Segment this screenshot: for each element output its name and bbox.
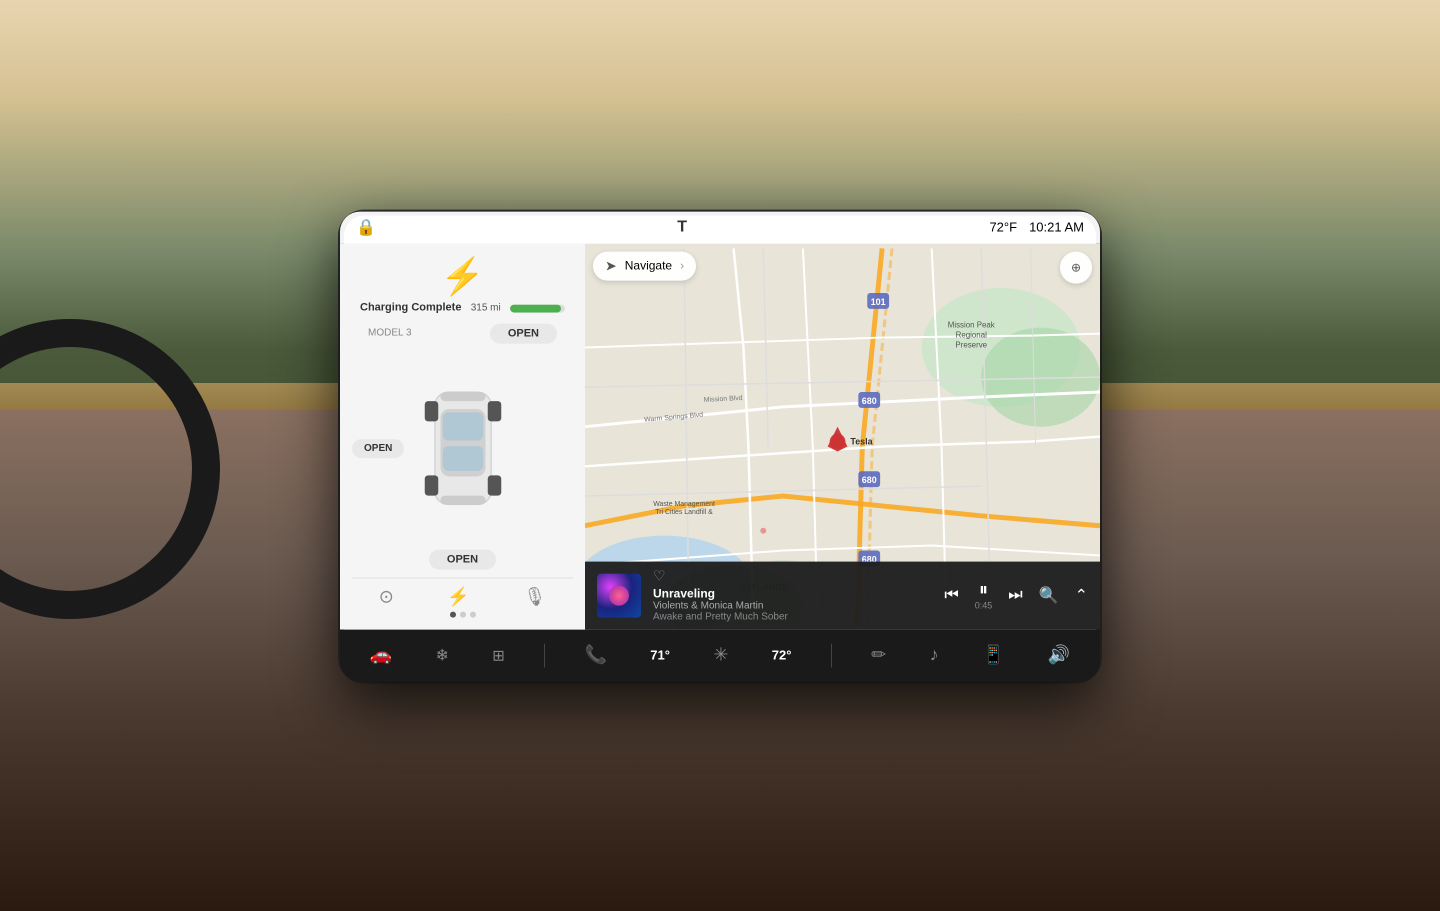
left-panel-icons: ⊙ ⚡ 🎙 xyxy=(352,577,573,607)
toolbar-mirror[interactable]: 📱 xyxy=(978,645,1008,666)
pen-icon: ✏ xyxy=(871,645,886,666)
next-track-button[interactable]: ⏭ xyxy=(1008,586,1022,604)
music-controls: ⏮ ⏸ 0:45 ⏭ 🔍 ⌃ xyxy=(944,580,1088,611)
svg-text:680: 680 xyxy=(862,475,877,485)
phone-icon: 📞 xyxy=(585,645,607,666)
charging-icon[interactable]: ⚡ xyxy=(447,586,469,607)
dot-2 xyxy=(460,611,466,617)
passenger-temp-display: 72° xyxy=(772,648,792,663)
toolbar-climate[interactable]: ❄ xyxy=(431,645,452,665)
fan-icon: ✳ xyxy=(713,645,728,666)
page-dots xyxy=(352,611,573,617)
navigate-label: Navigate xyxy=(625,259,672,273)
charging-row: Charging Complete 315 mi xyxy=(352,301,573,315)
toolbar-pen[interactable]: ✏ xyxy=(867,645,890,666)
tesla-logo: T xyxy=(677,218,688,236)
like-icon[interactable]: ♡ xyxy=(653,568,788,585)
search-music-button[interactable]: 🔍 xyxy=(1039,585,1059,605)
svg-text:Tesla: Tesla xyxy=(850,436,873,446)
map-panel: 101 680 680 680 Tesla xyxy=(585,243,1096,629)
toolbar-phone[interactable]: 📞 xyxy=(581,645,611,666)
time-display: 10:21 AM xyxy=(1029,220,1084,235)
compass-icon: ⊕ xyxy=(1071,260,1081,274)
svg-text:Preserve: Preserve xyxy=(955,340,987,349)
charging-section: ⚡ Charging Complete 315 mi xyxy=(352,255,573,315)
microphone-icon[interactable]: 🎙 xyxy=(523,586,546,607)
song-album: Awake and Pretty Much Sober xyxy=(653,612,788,623)
toolbar-music[interactable]: ♪ xyxy=(926,645,943,666)
toolbar-car[interactable]: 🚗 xyxy=(366,645,396,666)
toolbar-grid[interactable]: ⊞ xyxy=(488,646,509,664)
toolbar-driver-temp[interactable]: 71° xyxy=(646,648,674,663)
battery-miles: 315 mi xyxy=(471,303,501,314)
open-door-button[interactable]: OPEN xyxy=(352,439,404,458)
navigate-chevron-icon: › xyxy=(680,259,684,273)
dot-3 xyxy=(470,611,476,617)
temperature-display: 72°F xyxy=(989,220,1017,235)
svg-text:101: 101 xyxy=(871,296,886,306)
toolbar-passenger-temp[interactable]: 72° xyxy=(768,648,796,663)
battery-fill xyxy=(510,304,561,312)
car-icon: 🚗 xyxy=(370,645,392,666)
play-pause-section: ⏸ 0:45 xyxy=(975,580,993,611)
battery-bar xyxy=(510,304,565,312)
svg-text:680: 680 xyxy=(862,395,877,405)
left-vehicle-panel: ⚡ Charging Complete 315 mi MODEL 3 OPEN xyxy=(344,243,585,629)
phone-mirror-icon: 📱 xyxy=(982,645,1004,666)
lock-icon: 🔒 xyxy=(356,217,376,237)
song-artist: Violents & Monica Martin xyxy=(653,601,788,612)
dashboard-background: 🔒 T 72°F 10:21 AM ⚡ xyxy=(0,0,1440,911)
model-header: MODEL 3 OPEN xyxy=(352,323,573,347)
driver-temp-display: 71° xyxy=(650,648,670,663)
status-bar-center: T xyxy=(677,218,688,236)
toolbar-volume[interactable]: 🔊 xyxy=(1044,645,1074,666)
touchscreen: 🔒 T 72°F 10:21 AM ⚡ xyxy=(344,215,1096,677)
touchscreen-container: 🔒 T 72°F 10:21 AM ⚡ xyxy=(340,211,1100,681)
music-player: ♡ Unraveling Violents & Monica Martin Aw… xyxy=(585,561,1096,629)
pause-button[interactable]: ⏸ xyxy=(979,580,988,601)
car-top-view xyxy=(418,369,508,526)
toolbar-divider-2 xyxy=(831,643,832,667)
climate-icon: ❄ xyxy=(435,645,448,665)
music-duration: 0:45 xyxy=(975,601,993,611)
toolbar-divider-1 xyxy=(544,643,545,667)
previous-track-button[interactable]: ⏮ xyxy=(944,586,958,604)
svg-text:Mission Peak: Mission Peak xyxy=(948,320,995,329)
status-bar: 🔒 T 72°F 10:21 AM xyxy=(344,215,1096,243)
settings-icon[interactable]: ⊙ xyxy=(379,586,394,607)
album-art-inner xyxy=(609,585,629,605)
svg-text:Waste Management: Waste Management xyxy=(653,500,715,507)
navigate-bar[interactable]: ➤ Navigate › xyxy=(593,251,696,280)
open-trunk-button[interactable]: OPEN xyxy=(490,323,557,343)
dot-1 xyxy=(450,611,456,617)
expand-player-button[interactable]: ⌃ xyxy=(1075,585,1088,605)
navigate-arrow-icon: ➤ xyxy=(605,257,617,274)
open-frunk-button[interactable]: OPEN xyxy=(429,549,496,569)
album-art xyxy=(597,573,641,617)
svg-text:Regional: Regional xyxy=(956,330,987,339)
bolt-icon: ⚡ xyxy=(440,255,485,297)
toolbar-fan[interactable]: ✳ xyxy=(709,645,732,666)
status-bar-left: 🔒 xyxy=(356,217,376,237)
car-image-container: OPEN xyxy=(352,351,573,545)
charging-status-label: Charging Complete xyxy=(360,301,461,313)
map-compass-button[interactable]: ⊕ xyxy=(1060,251,1092,283)
main-content: ⚡ Charging Complete 315 mi MODEL 3 OPEN xyxy=(344,243,1096,629)
svg-text:Tri Cities Landfill &: Tri Cities Landfill & xyxy=(655,508,713,515)
grid-icon: ⊞ xyxy=(492,646,505,664)
volume-icon: 🔊 xyxy=(1048,645,1070,666)
bottom-toolbar: 🚗 ❄ ⊞ 📞 71° ✳ 72° xyxy=(344,629,1096,677)
status-bar-right: 72°F 10:21 AM xyxy=(989,220,1084,235)
music-info-section: ♡ Unraveling Violents & Monica Martin Aw… xyxy=(653,568,788,623)
song-title: Unraveling xyxy=(653,587,788,601)
model-label: MODEL 3 xyxy=(368,327,412,338)
music-icon: ♪ xyxy=(930,645,939,666)
